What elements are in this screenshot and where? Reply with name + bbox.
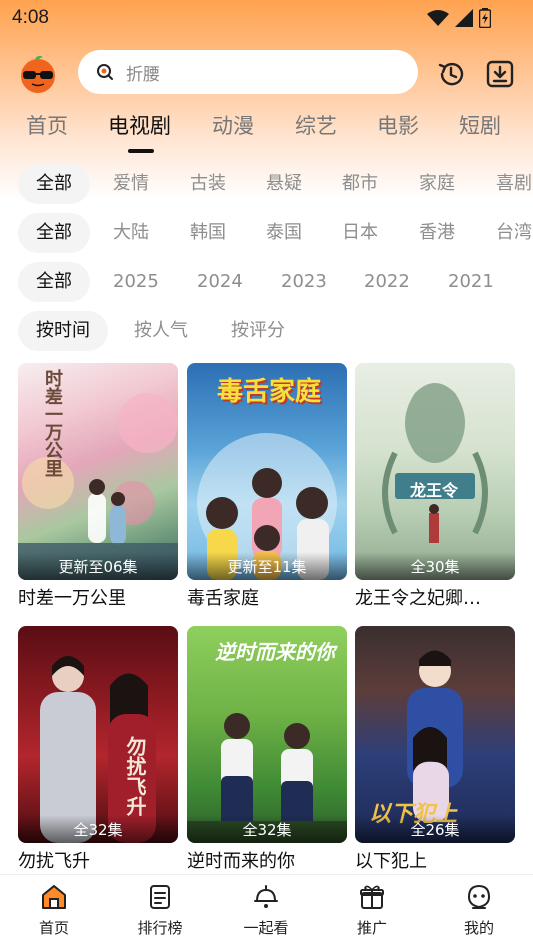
tab-indicator: [128, 149, 154, 153]
nav-item-promotion[interactable]: 推广: [332, 883, 412, 938]
region-chip[interactable]: 香港: [419, 213, 455, 253]
show-card[interactable]: 逆时而来的你 全32集 逆时而来的你: [187, 626, 347, 873]
year-filter-row: 全部 2025 2024 2023 2022 2021: [0, 262, 533, 302]
wifi-icon: [427, 10, 449, 26]
episode-badge: 全26集: [355, 815, 515, 843]
year-chip[interactable]: 2024: [197, 262, 243, 302]
genre-chip[interactable]: 都市: [342, 164, 378, 204]
show-card[interactable]: 时差一万公里 更新至06集 时差一万公里: [18, 363, 178, 610]
signal-icon: [455, 9, 473, 27]
show-poster[interactable]: 毒舌家庭 更新至11集: [187, 363, 347, 580]
search-icon: [97, 64, 113, 80]
ranking-icon: [150, 885, 170, 909]
status-bar: 4:08: [0, 0, 533, 36]
tab-tv-series[interactable]: 电视剧: [108, 110, 171, 140]
nav-item-watch-together[interactable]: 一起看: [226, 883, 306, 938]
tab-short-drama[interactable]: 短剧: [459, 110, 501, 140]
episode-badge: 更新至11集: [187, 552, 347, 580]
year-chip[interactable]: 2021: [448, 262, 494, 302]
show-card[interactable]: 龙王令 全30集 龙王令之妃卿…: [355, 363, 515, 610]
sort-chip-time[interactable]: 按时间: [18, 311, 108, 351]
poster-art: [40, 656, 156, 843]
search-row: 折腰: [0, 50, 533, 96]
episode-badge: 全32集: [18, 815, 178, 843]
region-chip[interactable]: 泰国: [266, 213, 302, 253]
profile-icon: [467, 884, 491, 909]
show-title[interactable]: 时差一万公里: [18, 584, 178, 610]
poster-art-title: 勿扰飞升: [123, 736, 147, 816]
nav-label: 我的: [463, 919, 494, 937]
home-icon: [42, 885, 66, 909]
genre-chip[interactable]: 爱情: [113, 164, 149, 204]
status-icons: [427, 8, 491, 28]
genre-chip-all[interactable]: 全部: [18, 164, 90, 204]
nav-label: 一起看: [243, 919, 289, 937]
status-time: 4:08: [12, 7, 49, 28]
region-chip[interactable]: 日本: [342, 213, 378, 253]
poster-art-title: 毒舌家庭: [217, 377, 322, 407]
show-title[interactable]: 毒舌家庭: [187, 584, 347, 610]
genre-chip[interactable]: 家庭: [419, 164, 455, 204]
episode-badge: 全30集: [355, 552, 515, 580]
nav-item-profile[interactable]: 我的: [439, 883, 519, 938]
genre-chip[interactable]: 喜剧: [496, 164, 532, 204]
year-chip[interactable]: 2022: [364, 262, 410, 302]
sort-chip-rating[interactable]: 按评分: [231, 311, 285, 351]
show-title[interactable]: 龙王令之妃卿…: [355, 584, 515, 610]
region-chip[interactable]: 大陆: [113, 213, 149, 253]
nav-item-ranking[interactable]: 排行榜: [120, 883, 200, 938]
genre-filter-row: 全部 爱情 古装 悬疑 都市 家庭 喜剧: [0, 164, 533, 204]
history-icon[interactable]: [436, 59, 466, 89]
main-tabs: 首页 电视剧 动漫 综艺 电影 短剧: [0, 110, 533, 160]
poster-art-title: 龙王令: [410, 481, 459, 500]
show-card[interactable]: 毒舌家庭 更新至11集 毒舌家庭: [187, 363, 347, 610]
show-poster[interactable]: 以下犯上 全26集: [355, 626, 515, 843]
year-chip[interactable]: 2025: [113, 262, 159, 302]
region-filter-row: 全部 大陆 韩国 泰国 日本 香港 台湾: [0, 213, 533, 253]
nav-label: 首页: [38, 919, 69, 937]
search-placeholder: 折腰: [126, 64, 160, 85]
watch-together-icon: [254, 885, 278, 908]
nav-item-home[interactable]: 首页: [14, 883, 94, 938]
battery-icon: [479, 8, 491, 28]
tab-anime[interactable]: 动漫: [212, 110, 254, 140]
download-icon[interactable]: [485, 59, 515, 89]
tab-home[interactable]: 首页: [26, 110, 68, 140]
show-poster[interactable]: 龙王令 全30集: [355, 363, 515, 580]
app-logo-icon[interactable]: [18, 54, 58, 94]
sort-filter-row: 按时间 按人气 按评分: [0, 311, 533, 351]
poster-art-title: 逆时而来的你: [215, 640, 335, 664]
genre-chip[interactable]: 古装: [190, 164, 226, 204]
tab-movies[interactable]: 电影: [377, 110, 419, 140]
episode-badge: 更新至06集: [18, 552, 178, 580]
episode-badge: 全32集: [187, 815, 347, 843]
show-card[interactable]: 以下犯上 全26集 以下犯上: [355, 626, 515, 873]
search-input[interactable]: 折腰: [78, 50, 418, 94]
show-card[interactable]: 勿扰飞升 全32集 勿扰飞升: [18, 626, 178, 873]
genre-chip[interactable]: 悬疑: [266, 164, 302, 204]
region-chip[interactable]: 台湾: [496, 213, 532, 253]
show-title[interactable]: 以下犯上: [355, 847, 515, 873]
show-poster[interactable]: 时差一万公里 更新至06集: [18, 363, 178, 580]
poster-art: [382, 383, 488, 543]
poster-art-title: 时差一万公里: [42, 369, 63, 477]
show-title[interactable]: 逆时而来的你: [187, 847, 347, 873]
nav-label: 排行榜: [137, 919, 183, 937]
year-chip[interactable]: 2023: [281, 262, 327, 302]
show-poster[interactable]: 逆时而来的你 全32集: [187, 626, 347, 843]
tab-variety[interactable]: 综艺: [295, 110, 337, 140]
show-poster[interactable]: 勿扰飞升 全32集: [18, 626, 178, 843]
show-title[interactable]: 勿扰飞升: [18, 847, 178, 873]
sort-chip-popularity[interactable]: 按人气: [134, 311, 188, 351]
region-chip-all[interactable]: 全部: [18, 213, 90, 253]
gift-icon: [360, 885, 384, 909]
bottom-nav: 首页 排行榜 一起看 推广 我的: [0, 874, 533, 948]
region-chip[interactable]: 韩国: [190, 213, 226, 253]
year-chip-all[interactable]: 全部: [18, 262, 90, 302]
nav-label: 推广: [356, 919, 387, 937]
